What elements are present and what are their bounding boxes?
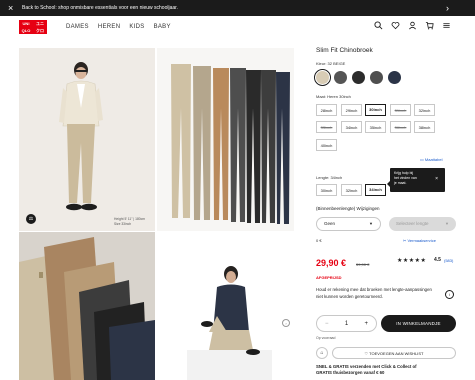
- price: 29,90 €: [316, 258, 347, 268]
- logo[interactable]: UNI ユニ QLO クロ: [19, 20, 47, 34]
- old-price: 39,90 €: [356, 262, 370, 267]
- color-swatch-darkgray[interactable]: [370, 71, 383, 84]
- size-30[interactable]: 30inch: [365, 104, 386, 116]
- model-info: Height 5' 11" | 180cm Size 33inch: [114, 217, 146, 226]
- size-chart-link[interactable]: ▭ Maattabel: [420, 157, 442, 162]
- menu-icon[interactable]: [442, 21, 451, 30]
- user-icon[interactable]: [408, 21, 417, 30]
- chevron-down-icon: ▼: [369, 221, 373, 226]
- size-label: Maat: Heren 30inch: [316, 94, 351, 99]
- rating-stars: ★★★★★: [397, 258, 427, 264]
- promo-bar: × Back to School: shop onmisbare essenti…: [0, 0, 475, 16]
- size-38[interactable]: 38inch: [414, 121, 435, 133]
- stock-status: Op voorraad: [316, 336, 336, 340]
- size-28[interactable]: 28inch: [316, 104, 337, 116]
- chevron-right-icon[interactable]: ›: [446, 2, 449, 14]
- nav-baby[interactable]: BABY: [154, 24, 171, 30]
- alteration-select[interactable]: Geen ▼: [316, 217, 381, 231]
- shipping-info: SNEL & GRATIS verzenden met Click & Coll…: [316, 364, 417, 375]
- alteration-service-link[interactable]: ✂ Vermaakservice: [403, 238, 436, 243]
- quantity-value[interactable]: 1: [345, 321, 348, 327]
- nav-dames[interactable]: DAMES: [66, 24, 89, 30]
- rating-value: 4.5: [434, 257, 441, 263]
- inseam-34[interactable]: 34inch: [365, 184, 386, 196]
- add-to-wishlist-button[interactable]: ♡ TOEVOEGEN AAN WISHLIST: [332, 347, 456, 359]
- size-35[interactable]: 35inch: [365, 121, 386, 133]
- size-31[interactable]: 31inch: [390, 104, 411, 116]
- product-title: Slim Fit Chinobroek: [316, 47, 373, 54]
- main-nav: DAMES HEREN KIDS BABY: [66, 24, 171, 30]
- search-icon[interactable]: [374, 21, 383, 30]
- length-select[interactable]: Selecteer lengte ▼: [389, 217, 456, 231]
- nav-heren[interactable]: HEREN: [98, 24, 121, 30]
- chevron-down-icon: ▼: [445, 221, 449, 226]
- size-help-tooltip: Krijg hulp bij het vinden van je maat. ×: [387, 168, 445, 192]
- discount-badge: AFGEPRIJSD: [316, 275, 342, 280]
- product-image-color-range[interactable]: [157, 48, 294, 231]
- size-40[interactable]: 40inch: [316, 139, 337, 151]
- inseam-30[interactable]: 30inch: [316, 184, 337, 196]
- alterations-label: (Binnenbeenlengte) Wijzigingen: [316, 206, 380, 211]
- color-label: Kleur: 32 BEIGE: [316, 61, 346, 66]
- minus-icon[interactable]: −: [325, 321, 329, 327]
- color-swatch-navy[interactable]: [388, 71, 401, 84]
- header: UNI ユニ QLO クロ DAMES HEREN KIDS BABY: [0, 16, 475, 40]
- chevron-right-icon[interactable]: ›: [282, 319, 290, 327]
- color-swatch-beige[interactable]: [314, 69, 331, 86]
- size-34[interactable]: 34inch: [341, 121, 362, 133]
- close-icon[interactable]: ×: [435, 177, 438, 182]
- scale-icon[interactable]: ⚖: [26, 214, 36, 224]
- quantity-stepper: − 1 +: [316, 315, 377, 332]
- color-swatch-gray[interactable]: [334, 71, 347, 84]
- product-image-model-standing[interactable]: [19, 48, 155, 231]
- product-image-model-seated[interactable]: [157, 232, 294, 380]
- size-36[interactable]: 36inch: [390, 121, 411, 133]
- review-count[interactable]: (583): [444, 258, 453, 263]
- info-icon[interactable]: i: [445, 290, 454, 299]
- inseam-32[interactable]: 32inch: [341, 184, 362, 196]
- alteration-price: 0 €: [316, 238, 322, 243]
- cart-icon[interactable]: [425, 21, 434, 30]
- color-swatch-black[interactable]: [352, 71, 365, 84]
- plus-icon[interactable]: +: [364, 321, 368, 327]
- store-icon[interactable]: ⌂: [316, 347, 328, 359]
- heart-icon[interactable]: [391, 21, 400, 30]
- size-32[interactable]: 32inch: [414, 104, 435, 116]
- size-33[interactable]: 33inch: [316, 121, 337, 133]
- size-29[interactable]: 29inch: [341, 104, 362, 116]
- add-to-cart-button[interactable]: IN WINKELMANDJE: [381, 315, 456, 332]
- alteration-note: Houd er rekening mee dat broeken met len…: [316, 287, 432, 299]
- promo-text[interactable]: Back to School: shop onmisbare essential…: [22, 3, 178, 13]
- product-image-folded-stack[interactable]: [19, 232, 155, 380]
- inseam-label: Lengte: 34inch: [316, 175, 343, 180]
- nav-kids[interactable]: KIDS: [129, 24, 144, 30]
- close-icon[interactable]: ×: [8, 2, 13, 14]
